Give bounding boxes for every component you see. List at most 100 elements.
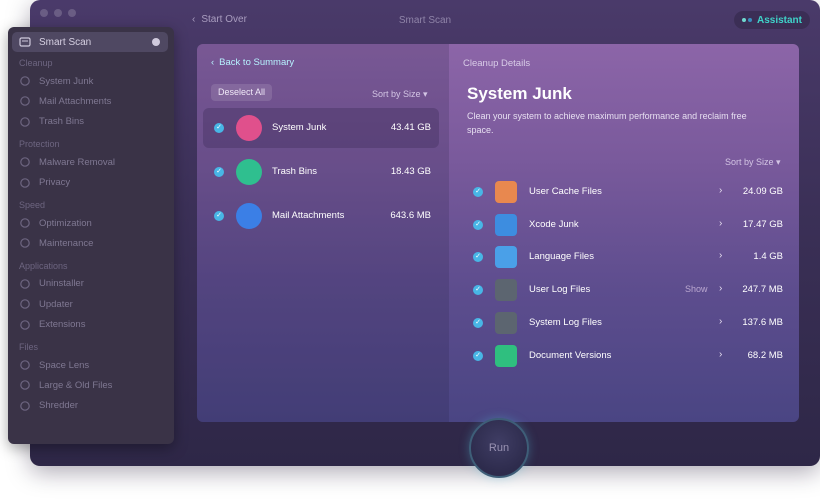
mail-icon	[19, 95, 31, 107]
sidebar-section-title: Cleanup	[19, 58, 53, 68]
sidebar-section-title: Applications	[19, 260, 68, 271]
smart-scan-icon	[19, 36, 31, 48]
checkbox-checked-icon[interactable]: ✓	[473, 252, 483, 263]
item-name: System Log Files	[529, 316, 602, 328]
cleanup-item-row[interactable]: ✓ Document Versions › 68.2 MB	[473, 343, 791, 369]
sidebar-item-large-old-files[interactable]: Large & Old Files	[19, 378, 112, 392]
wrench-icon	[19, 237, 31, 249]
run-button[interactable]: Run	[469, 418, 529, 478]
cleanup-item-row[interactable]: ✓ User Log Files Show › 247.7 MB	[473, 277, 791, 303]
sort-by-size-dropdown[interactable]: Sort by Size ▾	[372, 89, 428, 100]
item-name: Language Files	[529, 251, 594, 263]
item-size: 17.47 GB	[742, 218, 783, 230]
sidebar-item-label: Updater	[39, 298, 73, 310]
checkbox-checked-icon[interactable]: ✓	[473, 285, 483, 296]
main-panel: ‹ Back to Summary Deselect All Sort by S…	[197, 44, 799, 422]
cleanup-item-row[interactable]: ✓ System Log Files › 137.6 MB	[473, 310, 791, 336]
chevron-left-icon: ‹	[211, 57, 215, 68]
category-name: Trash Bins	[272, 166, 318, 177]
sidebar-item-trash-bins[interactable]: Trash Bins	[19, 115, 84, 129]
sidebar-item-label: Mail Attachments	[39, 95, 112, 107]
sidebar-item-extensions[interactable]: Extensions	[19, 318, 85, 332]
item-name: User Cache Files	[529, 186, 602, 197]
checkbox-checked-icon[interactable]: ✓	[214, 211, 224, 221]
sidebar-item-maintenance[interactable]: Maintenance	[19, 236, 93, 250]
category-name: System Junk	[272, 122, 327, 133]
items-sort-dropdown[interactable]: Sort by Size ▾	[725, 157, 781, 168]
chevron-right-icon[interactable]: ›	[719, 283, 722, 294]
sidebar-item-label: Optimization	[39, 217, 92, 229]
system-junk-icon	[19, 75, 31, 87]
shredder-icon	[19, 400, 31, 412]
hand-icon	[19, 177, 31, 189]
language-icon	[495, 246, 517, 269]
checkbox-checked-icon[interactable]: ✓	[473, 219, 483, 230]
sidebar-item-uninstaller[interactable]: Uninstaller	[19, 277, 84, 291]
sidebar-item-smart-scan[interactable]: Smart Scan	[12, 32, 168, 52]
checkbox-checked-icon[interactable]: ✓	[473, 317, 483, 328]
item-size: 24.09 GB	[742, 186, 783, 197]
cleanup-item-row[interactable]: ✓ Language Files › 1.4 GB	[473, 244, 791, 270]
chevron-right-icon[interactable]: ›	[719, 316, 722, 327]
extensions-icon	[19, 319, 31, 331]
sidebar-item-privacy[interactable]: Privacy	[19, 176, 70, 190]
category-row[interactable]: ✓ Trash Bins 18.43 GB	[203, 152, 439, 192]
sidebar-item-shredder[interactable]: Shredder	[19, 399, 78, 413]
sidebar-item-label: Extensions	[39, 319, 86, 331]
status-dot	[152, 38, 160, 46]
folder-icon	[19, 379, 31, 391]
mail-attachments-icon	[236, 203, 262, 229]
cleanup-details-title: Cleanup Details	[463, 58, 531, 69]
document-versions-icon	[495, 344, 517, 367]
sidebar: Smart Scan Cleanup System Junk Mail Attach…	[8, 27, 174, 444]
sidebar-item-label: Malware Removal	[39, 156, 116, 168]
space-lens-icon	[19, 359, 31, 371]
system-junk-icon	[236, 115, 262, 141]
sidebar-item-optimization[interactable]: Optimization	[19, 216, 92, 230]
chevron-right-icon[interactable]: ›	[719, 185, 722, 196]
deselect-all-button[interactable]: Deselect All	[211, 84, 273, 101]
show-link[interactable]: Show	[685, 284, 708, 294]
sidebar-item-label: Uninstaller	[39, 278, 84, 290]
cleanup-item-row[interactable]: ✓ User Cache Files › 24.09 GB	[473, 179, 791, 205]
item-size: 247.7 MB	[742, 284, 783, 296]
sidebar-item-space-lens[interactable]: Space Lens	[19, 358, 89, 372]
sidebar-section-title: Protection	[19, 139, 60, 150]
cleanup-item-row[interactable]: ✓ Xcode Junk › 17.47 GB	[473, 212, 791, 238]
item-name: Xcode Junk	[529, 218, 579, 230]
chevron-right-icon[interactable]: ›	[719, 250, 722, 261]
checkbox-checked-icon[interactable]: ✓	[473, 187, 483, 197]
sidebar-item-system-junk[interactable]: System Junk	[19, 74, 93, 88]
sidebar-item-label: Large & Old Files	[39, 379, 113, 391]
checkbox-checked-icon[interactable]: ✓	[214, 123, 224, 133]
chevron-right-icon[interactable]: ›	[719, 349, 722, 360]
assistant-button[interactable]: Assistant	[733, 11, 810, 29]
sidebar-item-label: System Junk	[39, 75, 94, 87]
sidebar-item-label: Space Lens	[39, 359, 90, 371]
trash-icon	[19, 116, 31, 128]
category-row[interactable]: ✓ System Junk 43.41 GB	[203, 108, 439, 148]
category-size: 18.43 GB	[390, 166, 431, 177]
category-column: ‹ Back to Summary Deselect All Sort by S…	[197, 44, 449, 422]
biohazard-icon	[19, 156, 31, 168]
xcode-icon	[495, 213, 517, 236]
trash-bins-icon	[236, 159, 262, 185]
sidebar-item-label: Trash Bins	[39, 116, 85, 128]
checkbox-checked-icon[interactable]: ✓	[214, 167, 224, 177]
log-icon	[495, 279, 517, 302]
chevron-right-icon[interactable]: ›	[719, 218, 722, 229]
sidebar-item-updater[interactable]: Updater	[19, 297, 73, 311]
category-size: 43.41 GB	[390, 122, 431, 133]
category-row[interactable]: ✓ Mail Attachments 643.6 MB	[203, 196, 439, 236]
back-to-summary-link[interactable]: ‹ Back to Summary	[211, 57, 294, 68]
sidebar-item-label: Shredder	[39, 400, 79, 412]
sidebar-item-malware-removal[interactable]: Malware Removal	[19, 155, 115, 169]
uninstaller-icon	[19, 278, 31, 290]
window-title: Smart Scan	[398, 15, 452, 26]
sidebar-item-label: Privacy	[39, 177, 71, 189]
category-name: Mail Attachments	[272, 210, 345, 221]
checkbox-checked-icon[interactable]: ✓	[473, 350, 483, 361]
sidebar-section-title: Speed	[19, 200, 46, 210]
section-description: Clean your system to achieve maximum per…	[467, 111, 747, 135]
sidebar-item-mail-attachments[interactable]: Mail Attachments	[19, 94, 111, 108]
